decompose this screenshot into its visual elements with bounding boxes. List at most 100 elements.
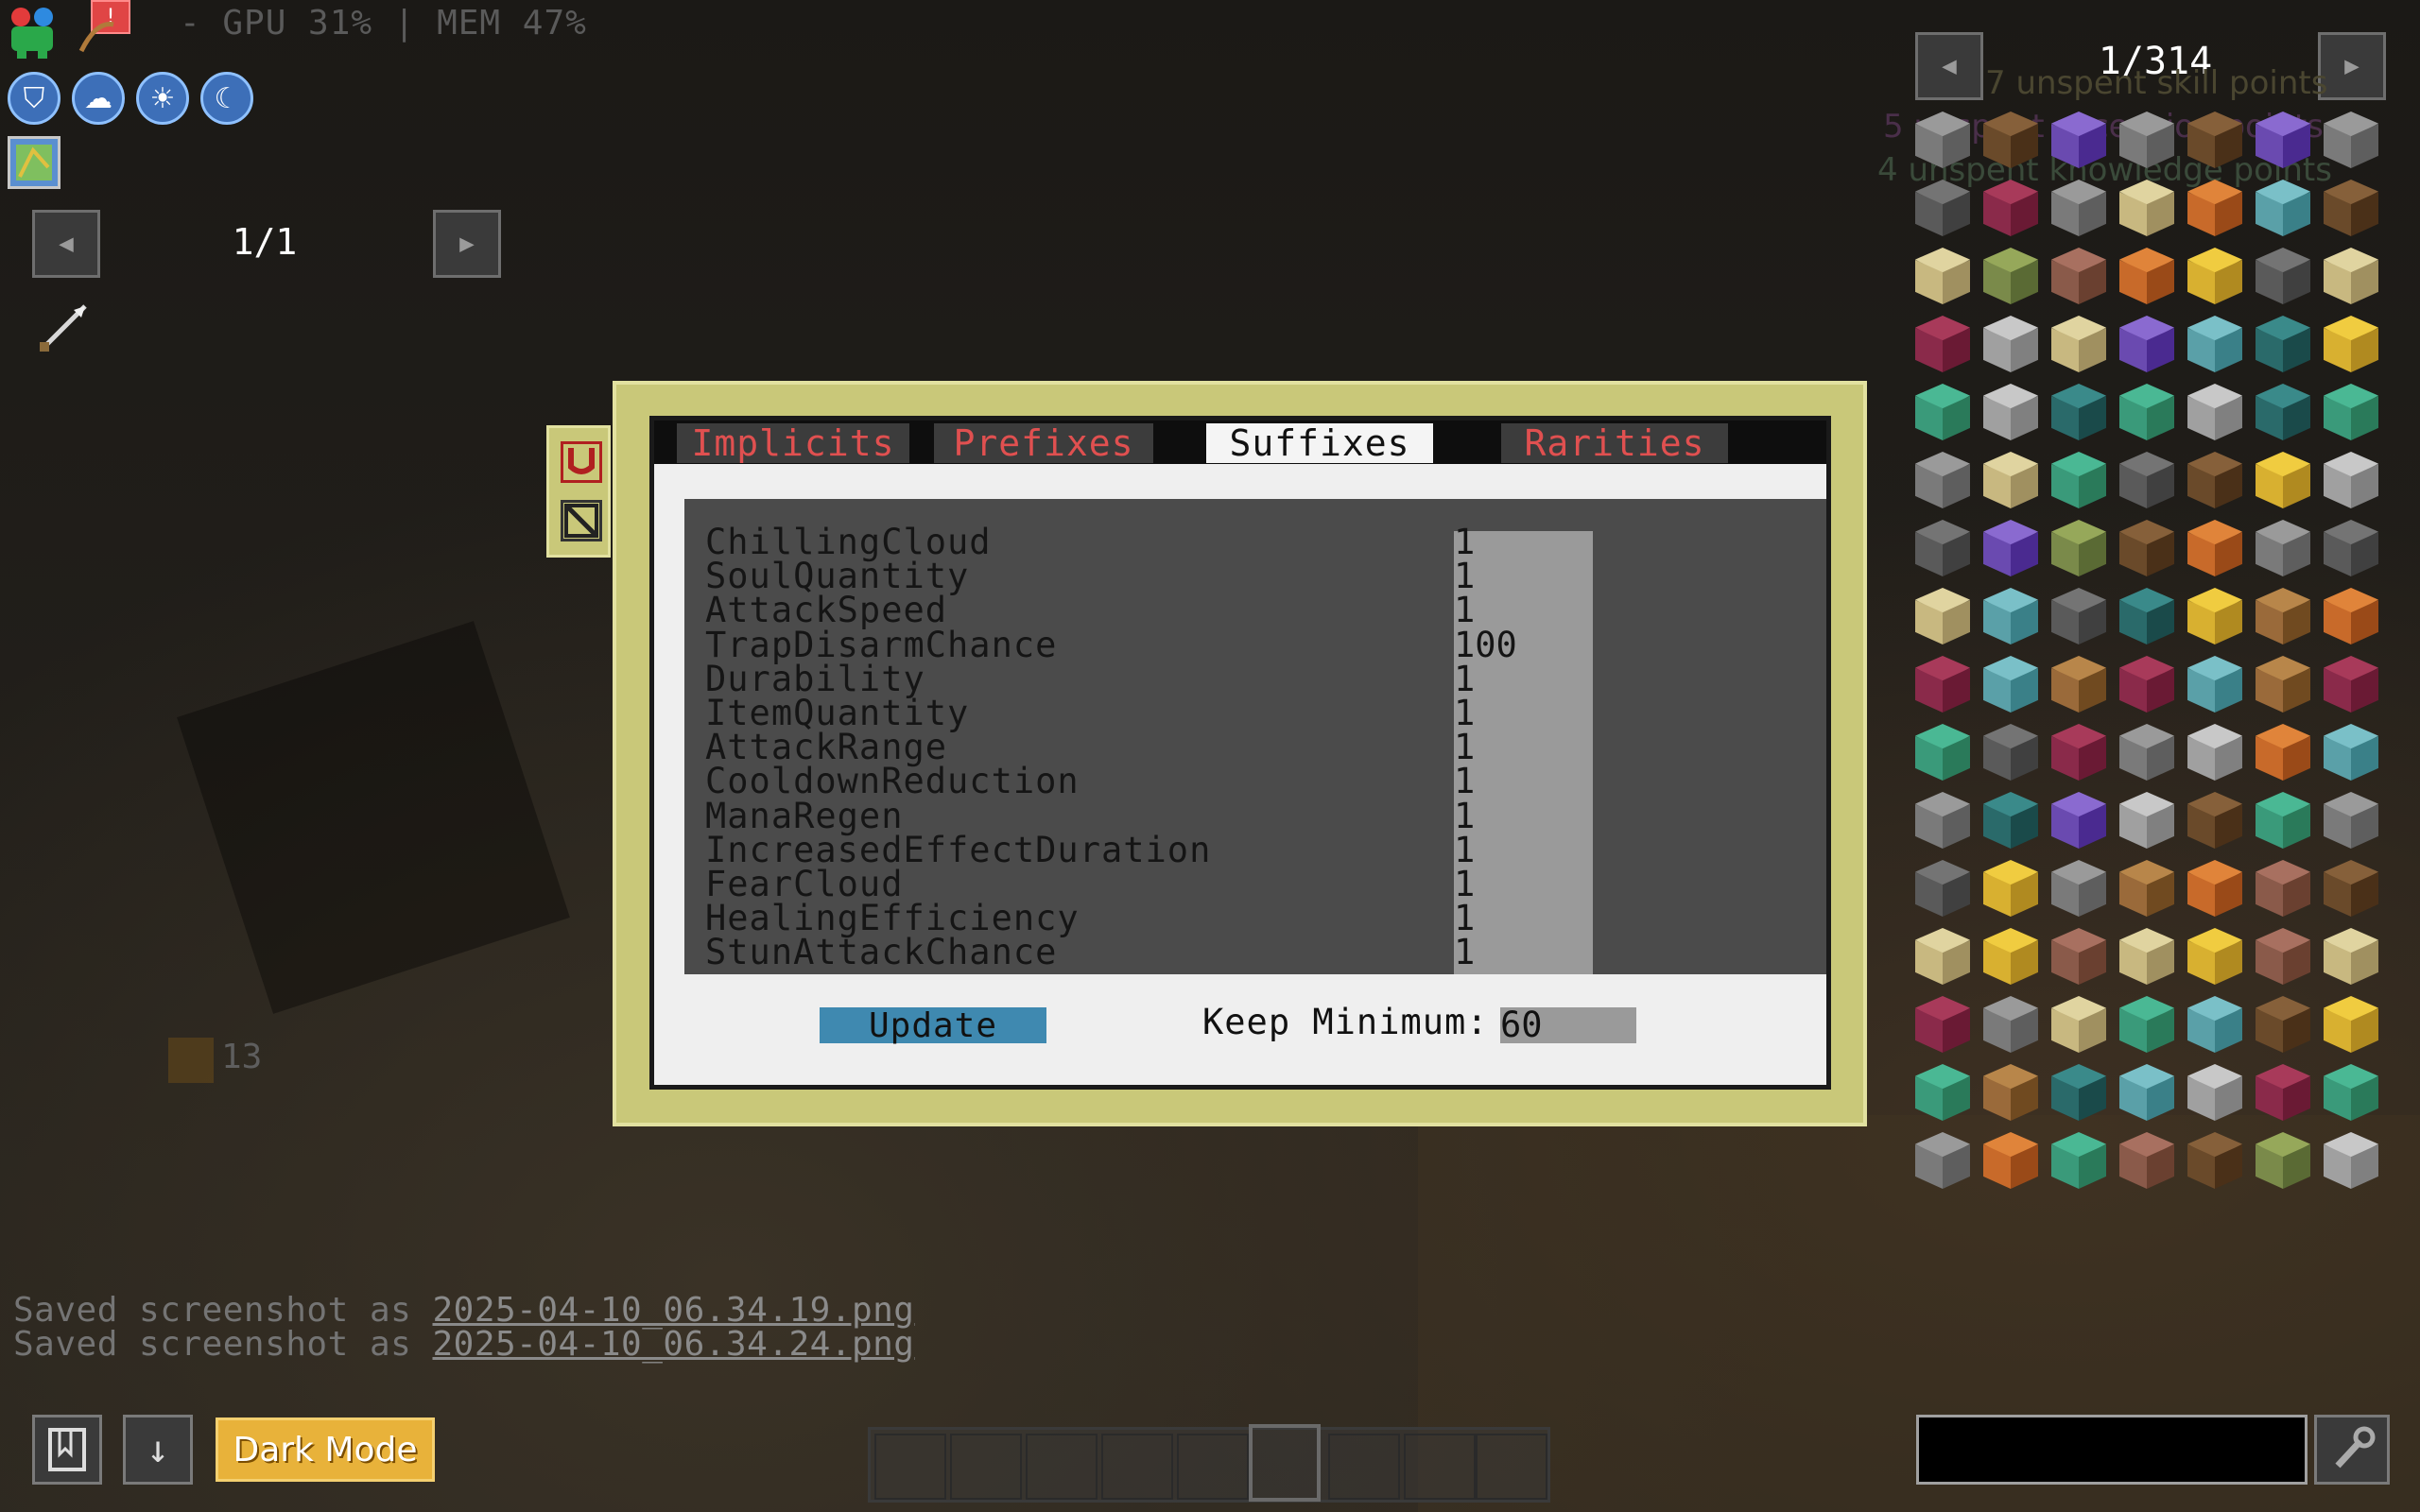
block-item-icon[interactable] xyxy=(2119,792,2174,849)
block-item-icon[interactable] xyxy=(2324,316,2378,372)
hotbar-slot[interactable] xyxy=(1404,1434,1476,1500)
block-item-icon[interactable] xyxy=(1915,452,1970,508)
block-item-icon[interactable] xyxy=(2256,520,2310,576)
block-item-icon[interactable] xyxy=(1983,792,2038,849)
tab-suffixes[interactable]: Suffixes xyxy=(1206,422,1433,464)
block-item-icon[interactable] xyxy=(2324,1064,2378,1121)
block-item-icon[interactable] xyxy=(2256,180,2310,236)
block-item-icon[interactable] xyxy=(1983,452,2038,508)
block-item-icon[interactable] xyxy=(1915,724,1970,781)
block-item-icon[interactable] xyxy=(1983,928,2038,985)
block-item-icon[interactable] xyxy=(2256,588,2310,644)
block-item-icon[interactable] xyxy=(2256,1132,2310,1189)
block-item-icon[interactable] xyxy=(2119,588,2174,644)
affix-value-input[interactable]: 1 xyxy=(1454,932,1475,972)
block-item-icon[interactable] xyxy=(2051,316,2106,372)
block-item-icon[interactable] xyxy=(2256,1064,2310,1121)
block-item-icon[interactable] xyxy=(2256,792,2310,849)
block-item-icon[interactable] xyxy=(1983,1132,2038,1189)
hotbar-slot[interactable] xyxy=(1101,1434,1173,1500)
block-item-icon[interactable] xyxy=(1915,996,1970,1053)
block-item-icon[interactable] xyxy=(2187,180,2242,236)
block-item-icon[interactable] xyxy=(1915,112,1970,168)
block-item-icon[interactable] xyxy=(2051,792,2106,849)
item-panel-prev-button[interactable]: ◀ xyxy=(1915,32,1983,100)
block-item-icon[interactable] xyxy=(2119,316,2174,372)
block-item-icon[interactable] xyxy=(1983,996,2038,1053)
block-item-icon[interactable] xyxy=(2051,452,2106,508)
left-pager-prev-button[interactable]: ◀ xyxy=(32,210,100,278)
block-item-icon[interactable] xyxy=(1915,384,1970,440)
block-item-icon[interactable] xyxy=(2256,452,2310,508)
hotbar-slot[interactable] xyxy=(874,1434,946,1500)
block-item-icon[interactable] xyxy=(2256,656,2310,713)
block-item-icon[interactable] xyxy=(1915,588,1970,644)
update-button[interactable]: Update xyxy=(820,1006,1046,1045)
block-item-icon[interactable] xyxy=(2051,996,2106,1053)
block-item-icon[interactable] xyxy=(2119,452,2174,508)
keep-minimum-input[interactable]: 60 xyxy=(1500,1007,1636,1043)
block-item-icon[interactable] xyxy=(2256,928,2310,985)
block-item-icon[interactable] xyxy=(2187,1064,2242,1121)
block-item-icon[interactable] xyxy=(2324,1132,2378,1189)
left-pager-next-button[interactable]: ▶ xyxy=(433,210,501,278)
block-item-icon[interactable] xyxy=(2119,1132,2174,1189)
hotbar-slot[interactable] xyxy=(950,1434,1022,1500)
block-item-icon[interactable] xyxy=(2324,112,2378,168)
block-item-icon[interactable] xyxy=(1915,656,1970,713)
block-item-icon[interactable] xyxy=(1915,860,1970,917)
block-item-icon[interactable] xyxy=(2187,928,2242,985)
block-item-icon[interactable] xyxy=(2119,928,2174,985)
hotbar-slot[interactable] xyxy=(1177,1434,1249,1500)
block-item-icon[interactable] xyxy=(1915,1064,1970,1121)
block-item-icon[interactable] xyxy=(2119,860,2174,917)
tab-implicits[interactable]: Implicits xyxy=(677,422,909,464)
block-item-icon[interactable] xyxy=(2324,860,2378,917)
block-item-icon[interactable] xyxy=(2119,1064,2174,1121)
block-item-icon[interactable] xyxy=(2256,860,2310,917)
block-item-icon[interactable] xyxy=(2187,656,2242,713)
chat-line-file-link[interactable]: 2025-04-10_06.34.19.png xyxy=(432,1291,914,1330)
block-item-icon[interactable] xyxy=(2051,656,2106,713)
block-item-icon[interactable] xyxy=(2187,860,2242,917)
block-item-icon[interactable] xyxy=(2119,996,2174,1053)
block-item-icon[interactable] xyxy=(2324,792,2378,849)
block-item-icon[interactable] xyxy=(2187,452,2242,508)
block-item-icon[interactable] xyxy=(1983,248,2038,304)
block-item-icon[interactable] xyxy=(2187,1132,2242,1189)
block-item-icon[interactable] xyxy=(2119,112,2174,168)
block-item-icon[interactable] xyxy=(2051,1064,2106,1121)
block-item-icon[interactable] xyxy=(1915,316,1970,372)
block-item-icon[interactable] xyxy=(2187,112,2242,168)
block-item-icon[interactable] xyxy=(1915,180,1970,236)
block-item-icon[interactable] xyxy=(2051,724,2106,781)
block-item-icon[interactable] xyxy=(2324,588,2378,644)
block-item-icon[interactable] xyxy=(2187,724,2242,781)
block-item-icon[interactable] xyxy=(1915,1132,1970,1189)
dark-mode-button[interactable]: Dark Mode xyxy=(216,1418,435,1482)
block-item-icon[interactable] xyxy=(2187,248,2242,304)
block-item-icon[interactable] xyxy=(2051,588,2106,644)
disable-tool-icon[interactable] xyxy=(561,500,602,541)
block-item-icon[interactable] xyxy=(2051,248,2106,304)
block-item-icon[interactable] xyxy=(1983,112,2038,168)
block-item-icon[interactable] xyxy=(2051,860,2106,917)
block-item-icon[interactable] xyxy=(2256,248,2310,304)
block-item-icon[interactable] xyxy=(2119,724,2174,781)
item-panel-next-button[interactable]: ▶ xyxy=(2318,32,2386,100)
block-item-icon[interactable] xyxy=(2324,928,2378,985)
block-item-icon[interactable] xyxy=(2187,996,2242,1053)
block-item-icon[interactable] xyxy=(2187,520,2242,576)
block-item-icon[interactable] xyxy=(2051,180,2106,236)
arrow-item-icon[interactable] xyxy=(36,299,93,355)
block-item-icon[interactable] xyxy=(2119,656,2174,713)
block-item-icon[interactable] xyxy=(2324,724,2378,781)
wrench-icon[interactable] xyxy=(2314,1415,2390,1485)
block-item-icon[interactable] xyxy=(2324,996,2378,1053)
block-item-icon[interactable] xyxy=(1983,724,2038,781)
tab-rarities[interactable]: Rarities xyxy=(1501,422,1728,464)
block-item-icon[interactable] xyxy=(1915,520,1970,576)
block-item-icon[interactable] xyxy=(2119,520,2174,576)
block-item-icon[interactable] xyxy=(2256,384,2310,440)
block-item-icon[interactable] xyxy=(1983,384,2038,440)
